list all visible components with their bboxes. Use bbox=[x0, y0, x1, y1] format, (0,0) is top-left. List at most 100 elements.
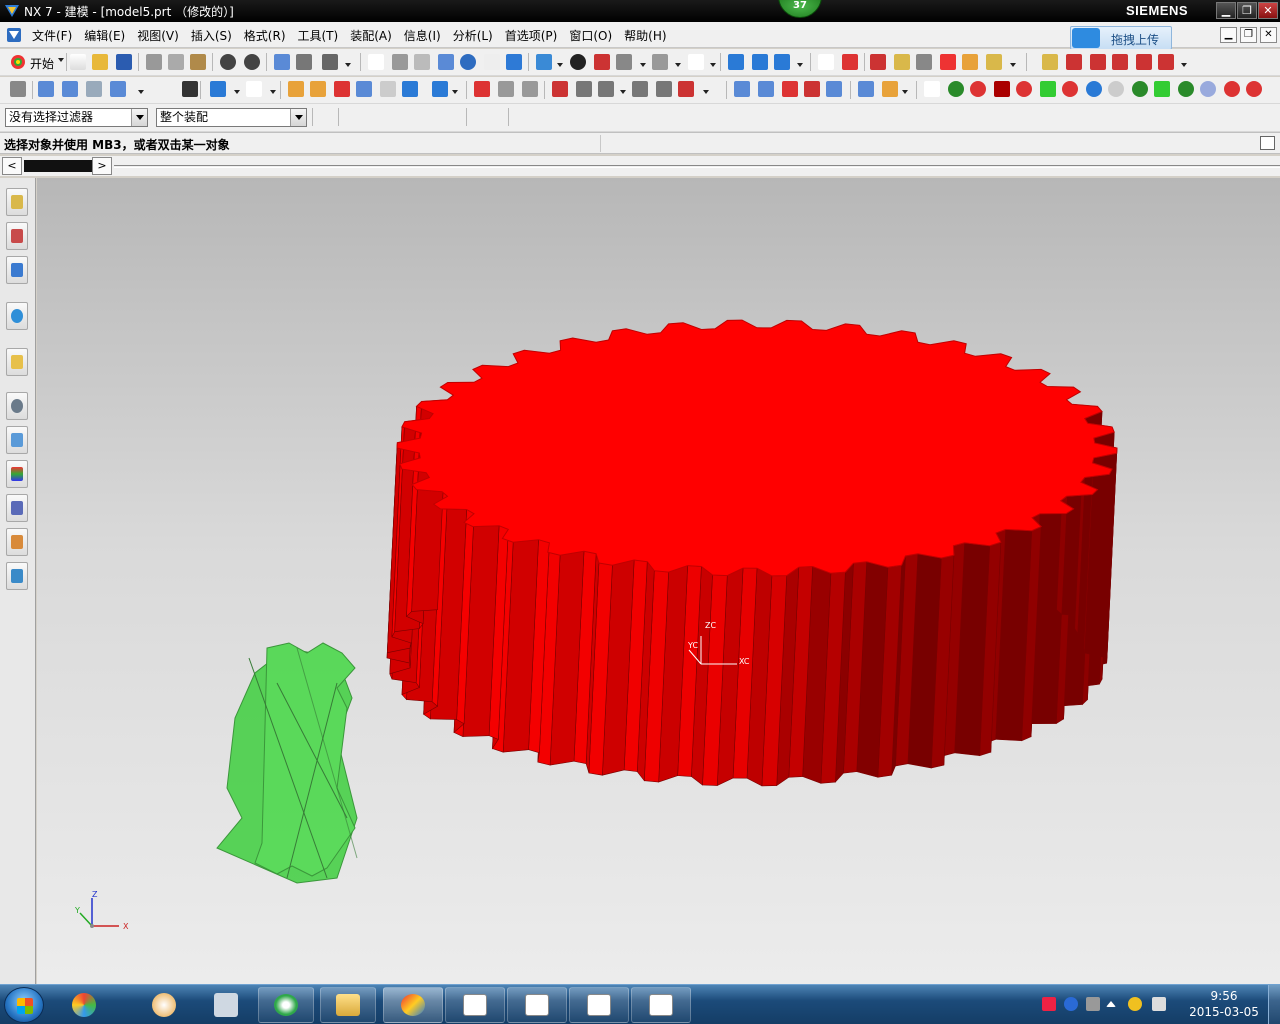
nx-menu-icon[interactable] bbox=[6, 27, 22, 43]
section-icon[interactable] bbox=[594, 54, 610, 70]
show-hidden-icons-icon[interactable] bbox=[1106, 1001, 1116, 1007]
gear-red-icon[interactable] bbox=[1224, 81, 1240, 97]
sew-icon[interactable] bbox=[656, 81, 672, 97]
replace-icon[interactable] bbox=[882, 81, 898, 97]
reuse-library-tab[interactable] bbox=[6, 302, 28, 330]
revolve-icon[interactable] bbox=[86, 81, 102, 97]
dropdown-arrow-icon[interactable] bbox=[138, 90, 144, 94]
draft-icon[interactable] bbox=[598, 81, 614, 97]
gear-green-icon[interactable] bbox=[1132, 81, 1148, 97]
move-icon[interactable] bbox=[728, 54, 744, 70]
curve3-icon[interactable] bbox=[1112, 54, 1128, 70]
menu-edit[interactable]: 编辑(E) bbox=[78, 27, 131, 44]
dropdown-arrow-icon[interactable] bbox=[675, 63, 681, 67]
zoom-window-icon[interactable] bbox=[392, 54, 408, 70]
curve-icon[interactable] bbox=[1066, 54, 1082, 70]
paste-icon[interactable] bbox=[190, 54, 206, 70]
dropdown-arrow-icon[interactable] bbox=[345, 63, 351, 67]
start-button[interactable]: 开始 bbox=[30, 55, 54, 72]
trim-icon[interactable] bbox=[522, 81, 538, 97]
menu-help[interactable]: 帮助(H) bbox=[618, 27, 672, 44]
feature-op-icon[interactable] bbox=[210, 81, 226, 97]
dropdown-arrow-icon[interactable] bbox=[797, 63, 803, 67]
menu-information[interactable]: 信息(I) bbox=[398, 27, 447, 44]
volume-icon[interactable] bbox=[1152, 997, 1166, 1011]
analysis-icon[interactable] bbox=[1042, 54, 1058, 70]
perspective-icon[interactable] bbox=[484, 54, 500, 70]
background-icon[interactable] bbox=[652, 54, 668, 70]
thicken-icon[interactable] bbox=[576, 81, 592, 97]
zoom-icon[interactable] bbox=[414, 54, 430, 70]
start-dropdown-icon[interactable] bbox=[58, 58, 64, 62]
snap-icon[interactable] bbox=[774, 54, 790, 70]
blend-icon[interactable] bbox=[474, 81, 490, 97]
start-icon[interactable] bbox=[10, 54, 26, 70]
select-icon[interactable] bbox=[274, 54, 290, 70]
dropdown-arrow-icon[interactable] bbox=[902, 90, 908, 94]
sketch-icon[interactable] bbox=[38, 81, 54, 97]
chamfer-icon[interactable] bbox=[498, 81, 514, 97]
type-filter-select[interactable]: 没有选择过滤器 bbox=[5, 108, 148, 127]
shaded-view-icon[interactable] bbox=[536, 54, 552, 70]
offset-icon[interactable] bbox=[552, 81, 568, 97]
undo-icon[interactable] bbox=[220, 54, 236, 70]
taskbar-pinned-app[interactable] bbox=[58, 987, 110, 1023]
minimize-button[interactable]: ▁ bbox=[1216, 2, 1236, 19]
redo-icon[interactable] bbox=[244, 54, 260, 70]
ruler-icon[interactable] bbox=[894, 54, 910, 70]
gear-outline-icon[interactable] bbox=[1108, 81, 1124, 97]
taskbar-explorer-app[interactable] bbox=[320, 987, 376, 1023]
taskbar-window-2[interactable] bbox=[507, 987, 567, 1023]
mirror-icon[interactable] bbox=[632, 81, 648, 97]
curve2-icon[interactable] bbox=[1090, 54, 1106, 70]
orient-icon[interactable] bbox=[752, 54, 768, 70]
graphics-window[interactable]: ZC YC XC Z Y X bbox=[37, 178, 1280, 984]
note-icon[interactable] bbox=[924, 81, 940, 97]
copy-icon[interactable] bbox=[168, 54, 184, 70]
face-icon[interactable] bbox=[734, 81, 750, 97]
gear-blue-icon[interactable] bbox=[1200, 81, 1216, 97]
object-info-icon[interactable] bbox=[962, 54, 978, 70]
cylindrical-gear-icon[interactable] bbox=[994, 81, 1010, 97]
circle-icon[interactable] bbox=[1086, 81, 1102, 97]
pan-icon[interactable] bbox=[438, 54, 454, 70]
menu-analysis[interactable]: 分析(L) bbox=[447, 27, 499, 44]
help-icon[interactable] bbox=[1064, 997, 1078, 1011]
block-icon[interactable] bbox=[288, 81, 304, 97]
windows-start-button[interactable] bbox=[4, 987, 44, 1023]
network-icon[interactable] bbox=[1086, 997, 1100, 1011]
dropdown-arrow-icon[interactable] bbox=[452, 90, 458, 94]
wireframe-icon[interactable] bbox=[570, 54, 586, 70]
ring-icon[interactable] bbox=[1062, 81, 1078, 97]
menu-window[interactable]: 窗口(O) bbox=[563, 27, 618, 44]
qq-icon[interactable] bbox=[1128, 997, 1142, 1011]
dropdown-arrow-icon[interactable] bbox=[1181, 63, 1187, 67]
helix-gear-icon[interactable] bbox=[1040, 81, 1056, 97]
restore-button[interactable]: ❐ bbox=[1237, 2, 1257, 19]
system-scenes-tab[interactable] bbox=[6, 562, 28, 590]
taskbar-calculator-app[interactable] bbox=[200, 987, 252, 1023]
web-browser-tab[interactable] bbox=[6, 348, 28, 376]
taskbar-window-4[interactable] bbox=[631, 987, 691, 1023]
doc-close-button[interactable]: ✕ bbox=[1260, 27, 1277, 43]
cut-icon[interactable] bbox=[146, 54, 162, 70]
menu-insert[interactable]: 插入(S) bbox=[185, 27, 238, 44]
curve4-icon[interactable] bbox=[1136, 54, 1152, 70]
upload-button[interactable]: 拖拽上传 bbox=[1070, 26, 1172, 50]
bevel-gear-icon[interactable] bbox=[1016, 81, 1032, 97]
dropdown-arrow-icon[interactable] bbox=[640, 63, 646, 67]
command-finder-icon[interactable] bbox=[322, 54, 338, 70]
extrude-icon[interactable] bbox=[62, 81, 78, 97]
scope-filter-select[interactable]: 整个装配 bbox=[156, 108, 307, 127]
tab-next-button[interactable]: > bbox=[92, 157, 112, 175]
patch-icon[interactable] bbox=[678, 81, 694, 97]
menu-tools[interactable]: 工具(T) bbox=[292, 27, 345, 44]
taskbar-browser-app[interactable] bbox=[258, 987, 314, 1023]
surface-icon[interactable] bbox=[758, 81, 774, 97]
sprocket-icon[interactable] bbox=[1178, 81, 1194, 97]
doc-restore-button[interactable]: ❐ bbox=[1240, 27, 1257, 43]
save-icon[interactable] bbox=[116, 54, 132, 70]
view-style-icon[interactable] bbox=[688, 54, 704, 70]
pinion-gear[interactable] bbox=[216, 642, 358, 884]
tray-app-icon[interactable] bbox=[1042, 997, 1056, 1011]
